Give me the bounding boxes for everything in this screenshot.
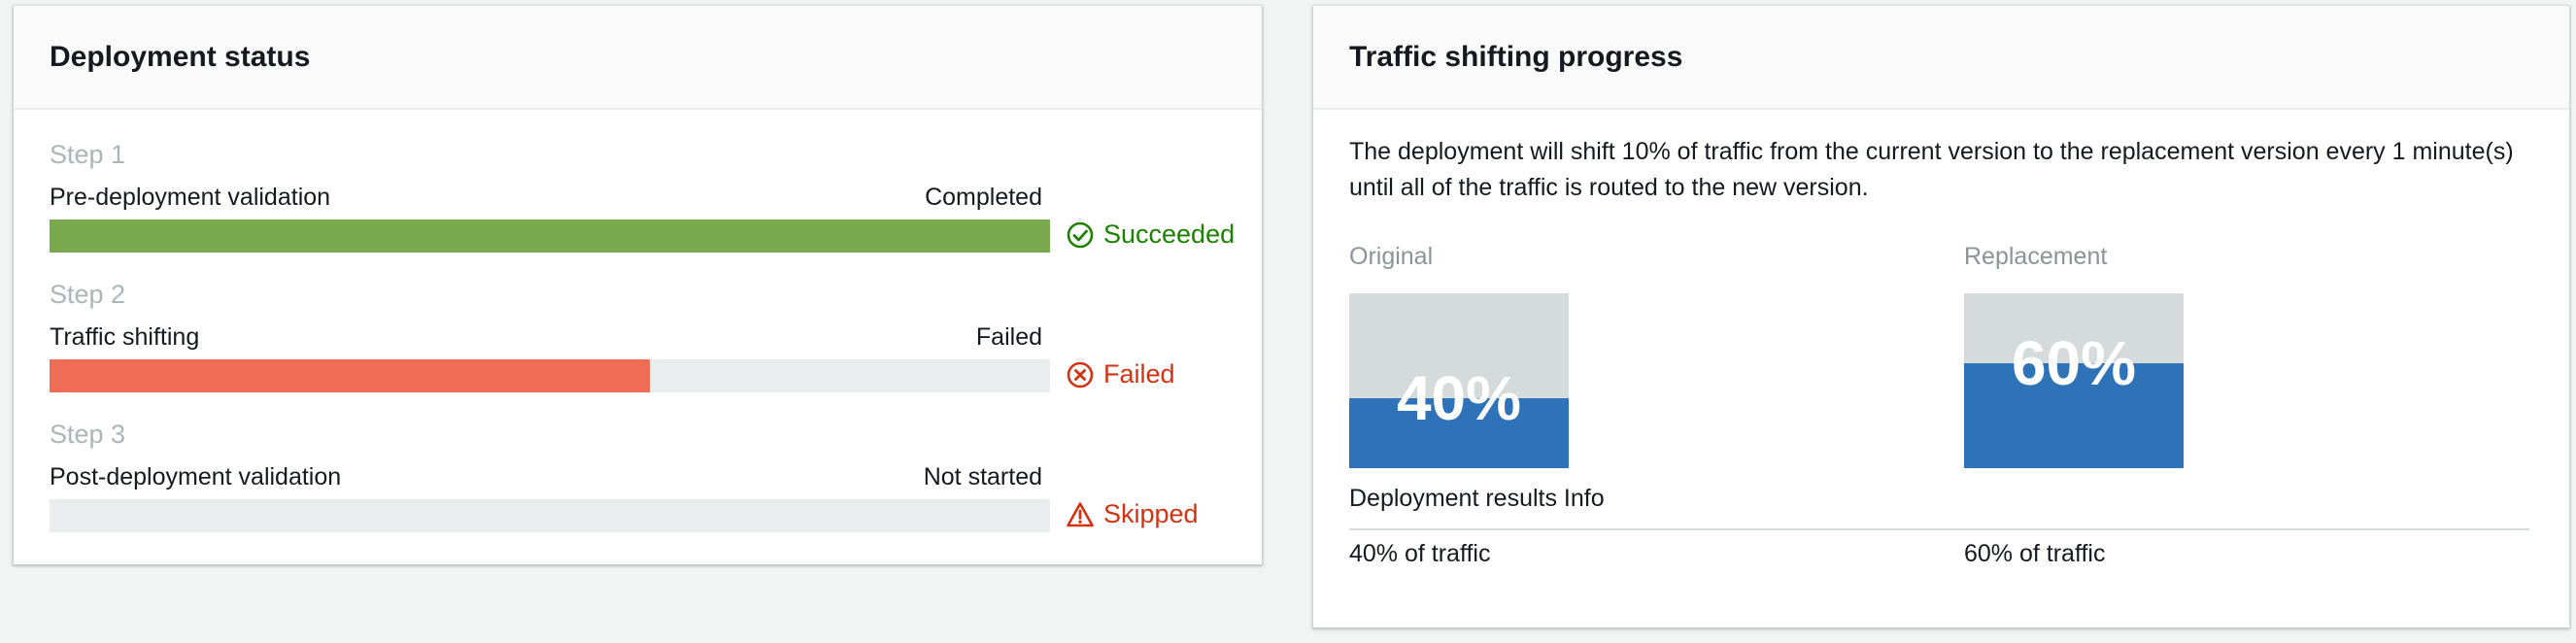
original-traffic-box: 40% <box>1349 293 1569 468</box>
deployment-status-panel: Deployment status Step 1 Pre-deployment … <box>14 6 1262 564</box>
result-badge: Failed <box>1066 359 1175 389</box>
result-label: Failed <box>1103 359 1175 389</box>
step-name: Traffic shifting <box>50 323 200 351</box>
replacement-traffic-box: 60% <box>1964 293 2184 468</box>
progress-bar-fill <box>50 359 650 392</box>
step-number: Step 1 <box>50 140 126 169</box>
traffic-description: The deployment will shift 10% of traffic… <box>1349 138 2514 201</box>
panel-title: Traffic shifting progress <box>1349 40 1683 73</box>
step-name: Post-deployment validation <box>50 463 342 491</box>
replacement-label: Replacement <box>1964 243 2108 270</box>
warning-icon <box>1067 501 1094 526</box>
original-traffic-value: 40% of traffic <box>1349 540 1491 567</box>
step-number: Step 3 <box>50 420 126 449</box>
step-name: Pre-deployment validation <box>50 184 331 211</box>
progress-bar-fill <box>50 220 1050 253</box>
traffic-shifting-panel: Traffic shifting progress The deployment… <box>1313 6 2569 627</box>
deployment-results-label: Deployment results Info <box>1349 485 1605 512</box>
progress-bar <box>50 220 1050 253</box>
original-percent: 40% <box>1396 363 1522 433</box>
step-state: Completed <box>925 184 1042 211</box>
step-number: Step 2 <box>50 280 126 309</box>
x-circle-icon <box>1067 361 1094 388</box>
progress-bar <box>50 359 1050 392</box>
result-badge: Succeeded <box>1066 220 1235 250</box>
step-2: Step 2 Traffic shifting Failed Failed <box>50 280 1244 406</box>
replacement-percent: 60% <box>2011 328 2137 398</box>
step-3: Step 3 Post-deployment validation Not st… <box>50 420 1244 546</box>
replacement-traffic-value: 60% of traffic <box>1964 540 2106 567</box>
result-label: Skipped <box>1103 499 1199 528</box>
traffic-shifting-header: Traffic shifting progress <box>1313 6 2569 110</box>
result-badge: Skipped <box>1066 499 1199 529</box>
panel-title: Deployment status <box>50 40 311 73</box>
progress-bar <box>50 499 1050 532</box>
step-1: Step 1 Pre-deployment validation Complet… <box>50 140 1244 266</box>
divider <box>1349 528 2529 530</box>
check-circle-icon <box>1067 221 1094 248</box>
original-label: Original <box>1349 243 1434 270</box>
step-state: Not started <box>923 463 1042 491</box>
step-state: Failed <box>975 323 1042 351</box>
deployment-status-header: Deployment status <box>14 6 1262 110</box>
result-label: Succeeded <box>1103 220 1236 249</box>
